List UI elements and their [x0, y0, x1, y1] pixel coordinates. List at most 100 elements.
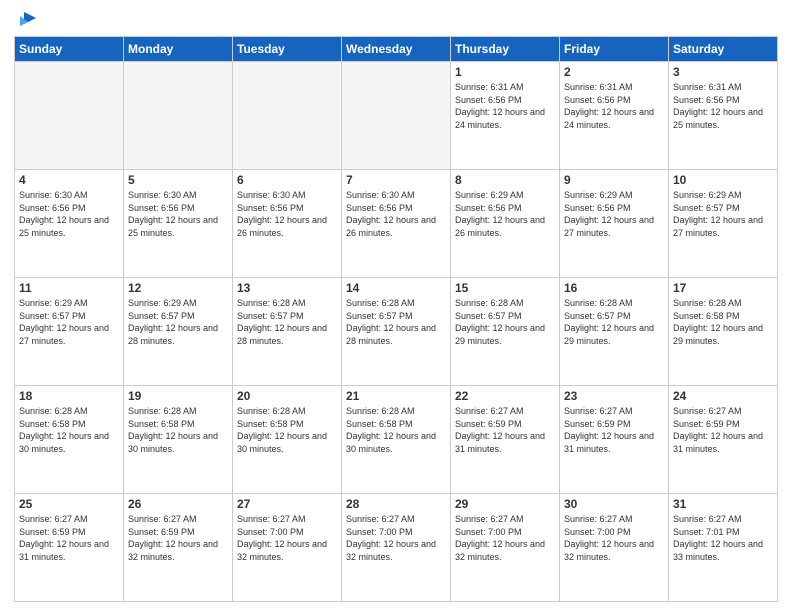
day-number: 4	[19, 173, 119, 187]
day-info: Sunrise: 6:29 AM Sunset: 6:56 PM Dayligh…	[564, 189, 664, 239]
day-cell	[124, 62, 233, 170]
col-header-saturday: Saturday	[669, 37, 778, 62]
day-cell: 27 Sunrise: 6:27 AM Sunset: 7:00 PM Dayli…	[233, 494, 342, 602]
day-info: Sunrise: 6:28 AM Sunset: 6:57 PM Dayligh…	[564, 297, 664, 347]
day-number: 29	[455, 497, 555, 511]
logo	[14, 10, 38, 30]
day-number: 15	[455, 281, 555, 295]
day-info: Sunrise: 6:28 AM Sunset: 6:57 PM Dayligh…	[455, 297, 555, 347]
day-number: 22	[455, 389, 555, 403]
day-info: Sunrise: 6:28 AM Sunset: 6:57 PM Dayligh…	[237, 297, 337, 347]
day-cell: 11 Sunrise: 6:29 AM Sunset: 6:57 PM Dayli…	[15, 278, 124, 386]
day-cell: 26 Sunrise: 6:27 AM Sunset: 6:59 PM Dayli…	[124, 494, 233, 602]
day-cell: 10 Sunrise: 6:29 AM Sunset: 6:57 PM Dayli…	[669, 170, 778, 278]
day-number: 19	[128, 389, 228, 403]
day-info: Sunrise: 6:27 AM Sunset: 7:00 PM Dayligh…	[564, 513, 664, 563]
day-info: Sunrise: 6:30 AM Sunset: 6:56 PM Dayligh…	[346, 189, 446, 239]
day-cell: 20Sunrise: 6:28 AM Sunset: 6:58 PM Dayli…	[233, 386, 342, 494]
week-row-4: 18Sunrise: 6:28 AM Sunset: 6:58 PM Dayli…	[15, 386, 778, 494]
day-cell: 14 Sunrise: 6:28 AM Sunset: 6:57 PM Dayli…	[342, 278, 451, 386]
day-info: Sunrise: 6:27 AM Sunset: 6:59 PM Dayligh…	[455, 405, 555, 455]
day-number: 21	[346, 389, 446, 403]
day-cell: 7 Sunrise: 6:30 AM Sunset: 6:56 PM Daylig…	[342, 170, 451, 278]
col-header-monday: Monday	[124, 37, 233, 62]
calendar-table: SundayMondayTuesdayWednesdayThursdayFrid…	[14, 36, 778, 602]
day-number: 7	[346, 173, 446, 187]
day-number: 17	[673, 281, 773, 295]
day-number: 20	[237, 389, 337, 403]
day-cell: 17 Sunrise: 6:28 AM Sunset: 6:58 PM Dayli…	[669, 278, 778, 386]
day-number: 10	[673, 173, 773, 187]
day-number: 24	[673, 389, 773, 403]
day-info: Sunrise: 6:27 AM Sunset: 7:00 PM Dayligh…	[237, 513, 337, 563]
day-cell	[233, 62, 342, 170]
week-row-2: 4 Sunrise: 6:30 AM Sunset: 6:56 PM Daylig…	[15, 170, 778, 278]
day-info: Sunrise: 6:29 AM Sunset: 6:57 PM Dayligh…	[19, 297, 119, 347]
day-info: Sunrise: 6:31 AM Sunset: 6:56 PM Dayligh…	[564, 81, 664, 131]
day-info: Sunrise: 6:29 AM Sunset: 6:57 PM Dayligh…	[128, 297, 228, 347]
day-cell: 22 Sunrise: 6:27 AM Sunset: 6:59 PM Dayli…	[451, 386, 560, 494]
day-info: Sunrise: 6:28 AM Sunset: 6:58 PM Dayligh…	[673, 297, 773, 347]
day-number: 16	[564, 281, 664, 295]
day-cell: 21 Sunrise: 6:28 AM Sunset: 6:58 PM Dayli…	[342, 386, 451, 494]
day-cell: 15 Sunrise: 6:28 AM Sunset: 6:57 PM Dayli…	[451, 278, 560, 386]
header	[14, 10, 778, 30]
day-cell: 4 Sunrise: 6:30 AM Sunset: 6:56 PM Daylig…	[15, 170, 124, 278]
day-number: 31	[673, 497, 773, 511]
day-cell	[15, 62, 124, 170]
day-number: 25	[19, 497, 119, 511]
page: SundayMondayTuesdayWednesdayThursdayFrid…	[0, 0, 792, 612]
day-cell: 5Sunrise: 6:30 AM Sunset: 6:56 PM Daylig…	[124, 170, 233, 278]
day-number: 11	[19, 281, 119, 295]
day-info: Sunrise: 6:29 AM Sunset: 6:56 PM Dayligh…	[455, 189, 555, 239]
day-info: Sunrise: 6:28 AM Sunset: 6:58 PM Dayligh…	[346, 405, 446, 455]
day-cell	[342, 62, 451, 170]
day-cell: 3 Sunrise: 6:31 AM Sunset: 6:56 PM Daylig…	[669, 62, 778, 170]
day-number: 28	[346, 497, 446, 511]
day-info: Sunrise: 6:27 AM Sunset: 7:01 PM Dayligh…	[673, 513, 773, 563]
day-number: 8	[455, 173, 555, 187]
day-info: Sunrise: 6:31 AM Sunset: 6:56 PM Dayligh…	[673, 81, 773, 131]
day-cell: 24 Sunrise: 6:27 AM Sunset: 6:59 PM Dayli…	[669, 386, 778, 494]
day-number: 3	[673, 65, 773, 79]
day-info: Sunrise: 6:30 AM Sunset: 6:56 PM Dayligh…	[237, 189, 337, 239]
week-row-1: 1 Sunrise: 6:31 AM Sunset: 6:56 PM Daylig…	[15, 62, 778, 170]
day-cell: 29 Sunrise: 6:27 AM Sunset: 7:00 PM Dayli…	[451, 494, 560, 602]
day-info: Sunrise: 6:31 AM Sunset: 6:56 PM Dayligh…	[455, 81, 555, 131]
day-info: Sunrise: 6:27 AM Sunset: 7:00 PM Dayligh…	[455, 513, 555, 563]
day-number: 2	[564, 65, 664, 79]
day-cell: 8 Sunrise: 6:29 AM Sunset: 6:56 PM Daylig…	[451, 170, 560, 278]
day-number: 1	[455, 65, 555, 79]
day-info: Sunrise: 6:27 AM Sunset: 6:59 PM Dayligh…	[564, 405, 664, 455]
day-cell: 6 Sunrise: 6:30 AM Sunset: 6:56 PM Daylig…	[233, 170, 342, 278]
day-info: Sunrise: 6:29 AM Sunset: 6:57 PM Dayligh…	[673, 189, 773, 239]
day-cell: 13 Sunrise: 6:28 AM Sunset: 6:57 PM Dayli…	[233, 278, 342, 386]
day-number: 6	[237, 173, 337, 187]
day-number: 12	[128, 281, 228, 295]
day-cell: 19Sunrise: 6:28 AM Sunset: 6:58 PM Dayli…	[124, 386, 233, 494]
day-number: 23	[564, 389, 664, 403]
day-number: 27	[237, 497, 337, 511]
logo-icon	[16, 8, 38, 30]
day-info: Sunrise: 6:27 AM Sunset: 6:59 PM Dayligh…	[673, 405, 773, 455]
day-number: 13	[237, 281, 337, 295]
day-info: Sunrise: 6:27 AM Sunset: 6:59 PM Dayligh…	[128, 513, 228, 563]
day-number: 5	[128, 173, 228, 187]
day-cell: 9Sunrise: 6:29 AM Sunset: 6:56 PM Daylig…	[560, 170, 669, 278]
day-info: Sunrise: 6:27 AM Sunset: 6:59 PM Dayligh…	[19, 513, 119, 563]
day-cell: 16 Sunrise: 6:28 AM Sunset: 6:57 PM Dayli…	[560, 278, 669, 386]
col-header-tuesday: Tuesday	[233, 37, 342, 62]
day-info: Sunrise: 6:28 AM Sunset: 6:57 PM Dayligh…	[346, 297, 446, 347]
day-cell: 23 Sunrise: 6:27 AM Sunset: 6:59 PM Dayli…	[560, 386, 669, 494]
col-header-sunday: Sunday	[15, 37, 124, 62]
day-info: Sunrise: 6:30 AM Sunset: 6:56 PM Dayligh…	[19, 189, 119, 239]
day-number: 26	[128, 497, 228, 511]
day-info: Sunrise: 6:28 AM Sunset: 6:58 PM Dayligh…	[19, 405, 119, 455]
day-info: Sunrise: 6:27 AM Sunset: 7:00 PM Dayligh…	[346, 513, 446, 563]
day-number: 14	[346, 281, 446, 295]
week-row-5: 25 Sunrise: 6:27 AM Sunset: 6:59 PM Dayli…	[15, 494, 778, 602]
col-header-wednesday: Wednesday	[342, 37, 451, 62]
day-cell: 18Sunrise: 6:28 AM Sunset: 6:58 PM Dayli…	[15, 386, 124, 494]
col-header-friday: Friday	[560, 37, 669, 62]
day-cell: 2 Sunrise: 6:31 AM Sunset: 6:56 PM Daylig…	[560, 62, 669, 170]
